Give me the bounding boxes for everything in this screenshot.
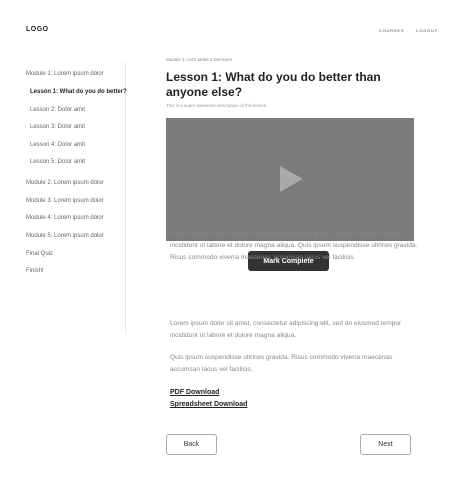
spreadsheet-download-link[interactable]: Spreadsheet Download bbox=[170, 401, 247, 408]
back-button[interactable]: Back bbox=[166, 434, 217, 455]
sidebar-item-module-3[interactable]: Module 3: Lorem ipsum dolor bbox=[26, 198, 104, 204]
sidebar-item-lesson-4[interactable]: Lesson 4: Dolor amit bbox=[30, 142, 85, 148]
sidebar-item-module-4[interactable]: Module 4: Lorem ipsum dolor bbox=[26, 215, 104, 221]
lesson-paragraph-3: Quis ipsum suspendisse ultrices gravida.… bbox=[170, 354, 393, 373]
next-button[interactable]: Next bbox=[360, 434, 411, 455]
sidebar-item-lesson-1[interactable]: Lesson 1: What do you do better? bbox=[30, 89, 127, 95]
play-icon[interactable] bbox=[280, 166, 303, 192]
lesson-description: This is a super awesome description of t… bbox=[166, 103, 268, 108]
lesson-title: Lesson 1: What do you do better than any… bbox=[166, 70, 381, 99]
sidebar-item-final-quiz[interactable]: Final Quiz bbox=[26, 251, 53, 257]
breadcrumb: Module 1: Let's Make a Decision! bbox=[166, 57, 233, 62]
pdf-download-link[interactable]: PDF Download bbox=[170, 389, 219, 396]
lesson-paragraph-2: Lorem ipsum dolor sit amet, consectetur … bbox=[170, 320, 402, 339]
logo[interactable]: LOGO bbox=[26, 26, 49, 33]
sidebar-item-module-2[interactable]: Module 2: Lorem ipsum dolor bbox=[26, 180, 104, 186]
nav-logout-link[interactable]: LOGOUT bbox=[416, 28, 438, 33]
sidebar-item-lesson-5[interactable]: Lesson 5: Dolor amit bbox=[30, 159, 85, 165]
sidebar-item-module-1[interactable]: Module 1: Lorem ipsum dolor bbox=[26, 71, 104, 77]
video-player[interactable] bbox=[166, 118, 414, 241]
sidebar-item-module-5[interactable]: Module 5: Lorem ipsum dolor bbox=[26, 233, 104, 239]
course-sidebar: Module 1: Lorem ipsum dolor Lesson 1: Wh… bbox=[0, 62, 127, 334]
sidebar-item-lesson-3[interactable]: Lesson 3: Dolor amit bbox=[30, 124, 85, 130]
top-nav: COURSES LOGOUT bbox=[379, 28, 438, 33]
nav-courses-link[interactable]: COURSES bbox=[379, 28, 404, 33]
sidebar-item-lesson-2[interactable]: Lesson 2: Dolor amit bbox=[30, 107, 85, 113]
lesson-paragraph-1: Lorem ipsum dolor sit amet, consectetur … bbox=[170, 230, 418, 261]
sidebar-item-finish[interactable]: Finish! bbox=[26, 268, 44, 274]
